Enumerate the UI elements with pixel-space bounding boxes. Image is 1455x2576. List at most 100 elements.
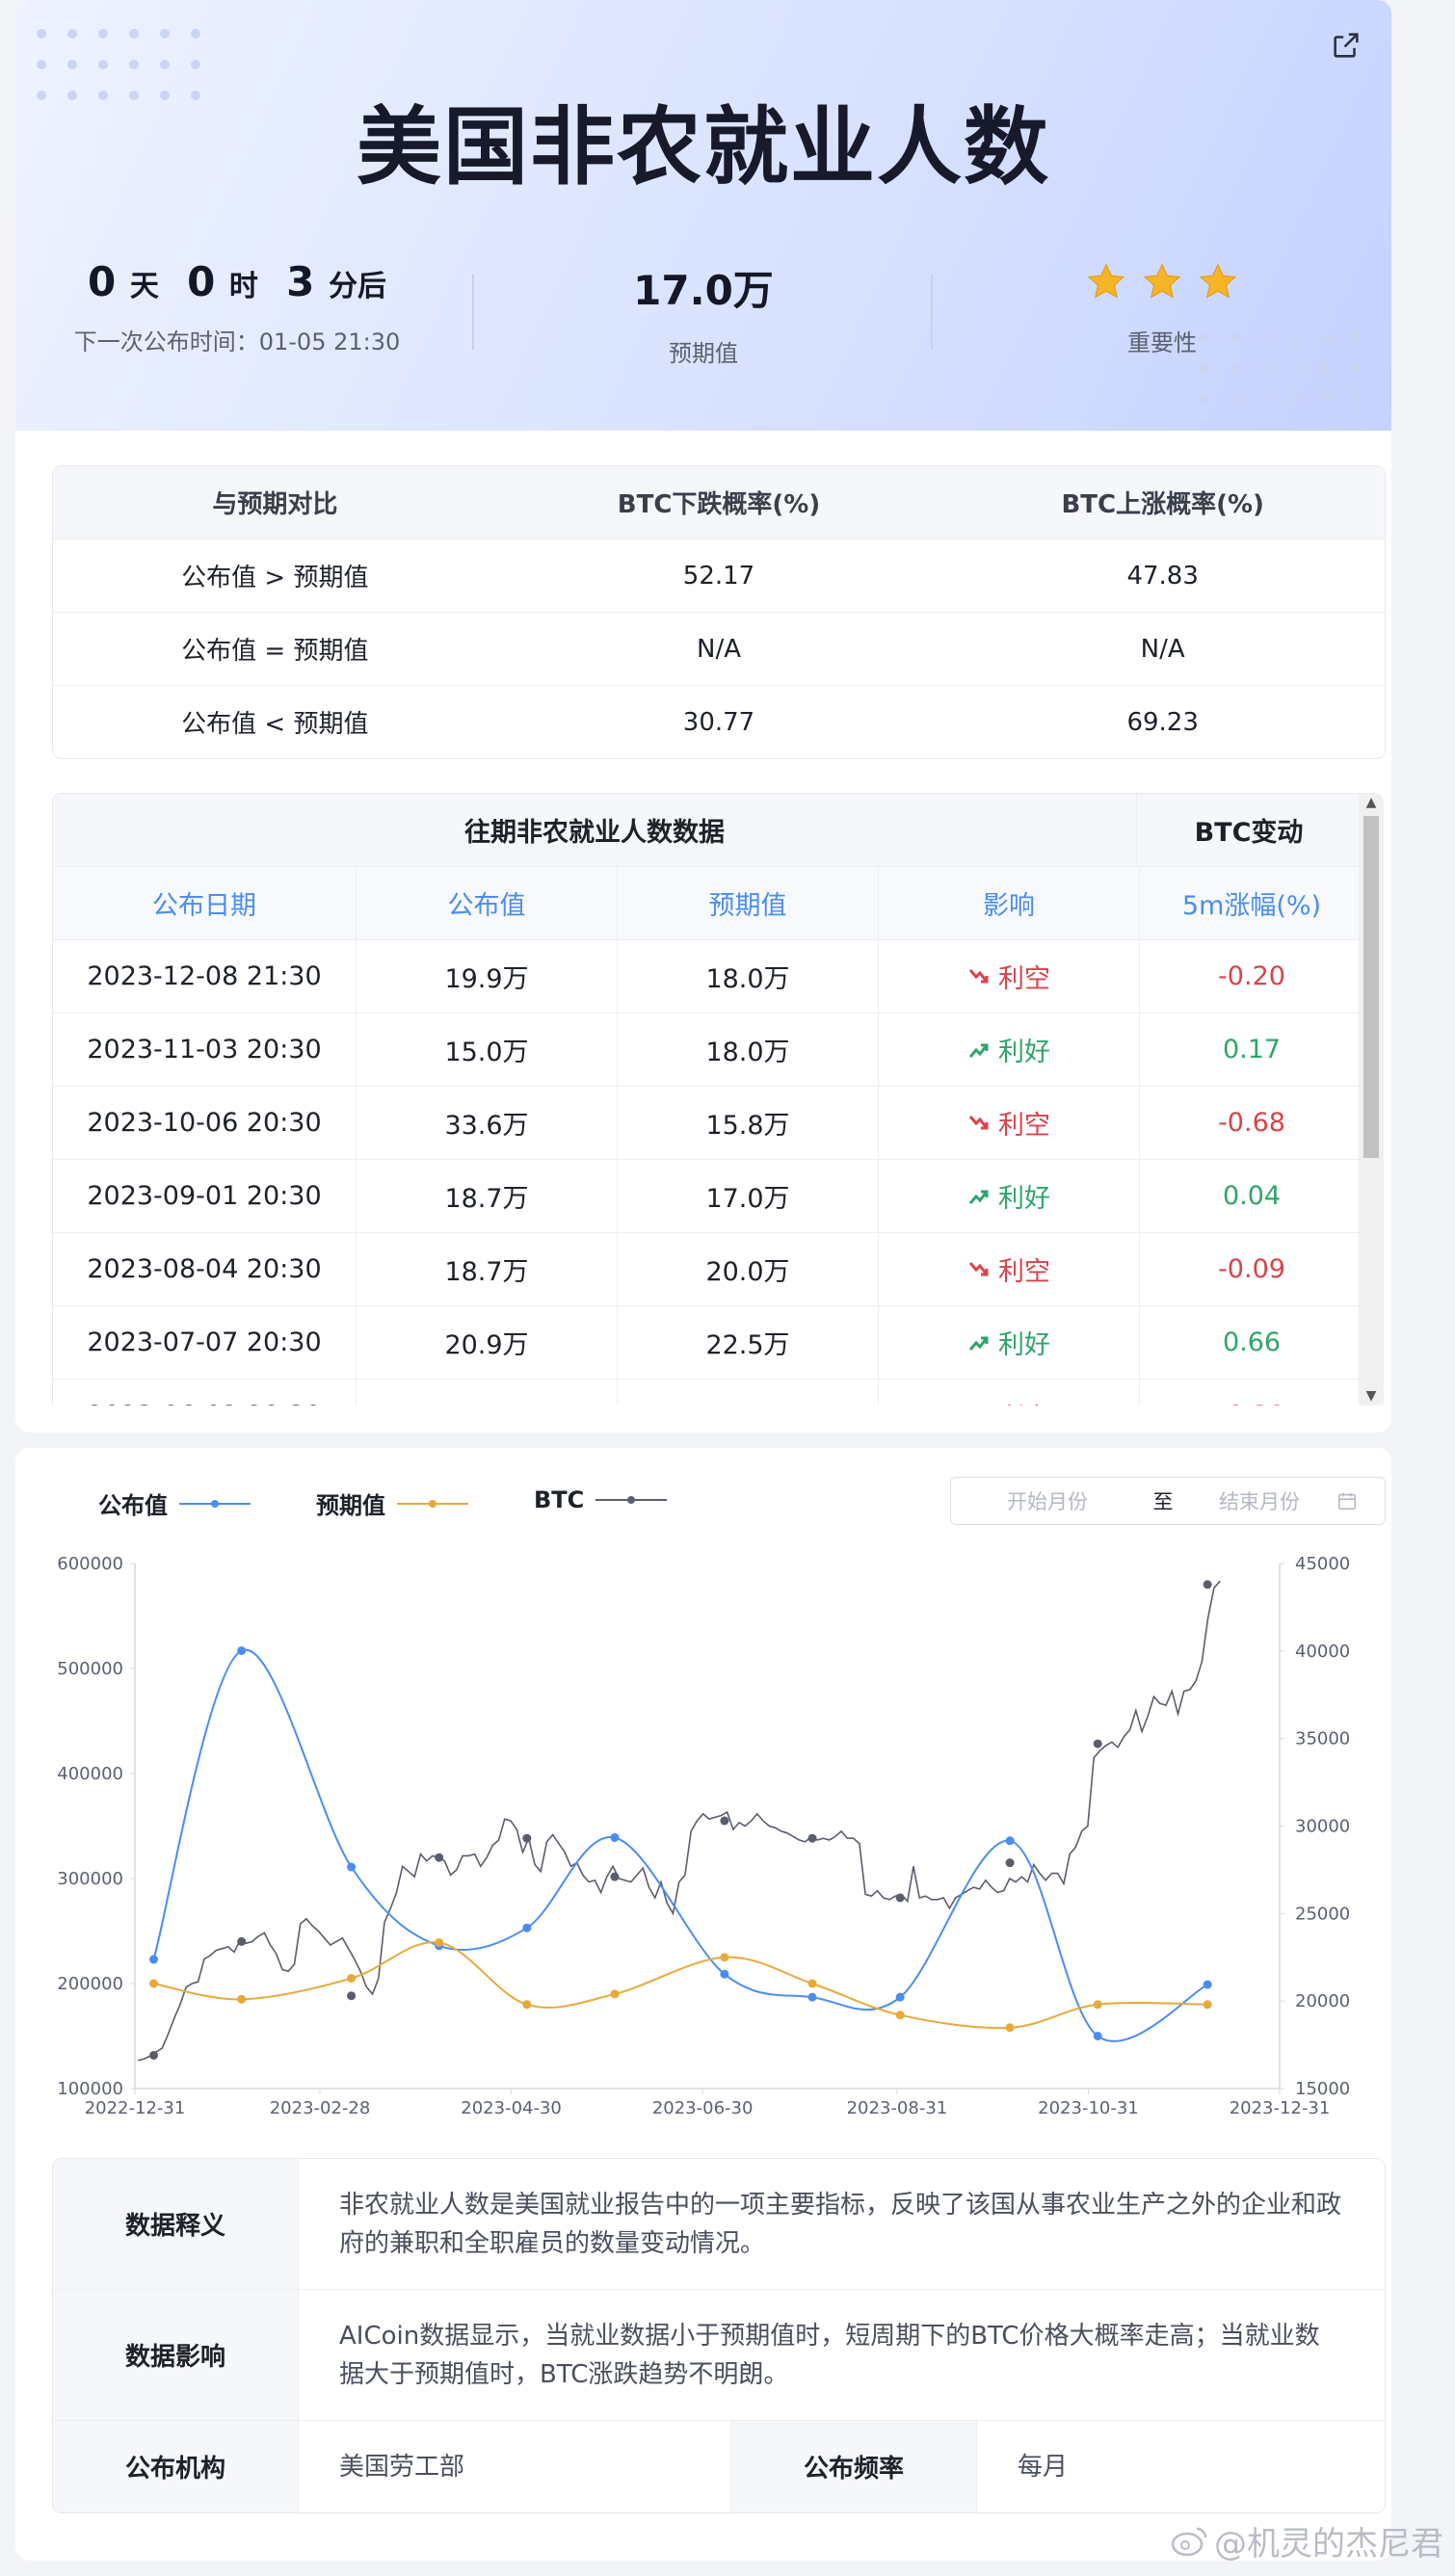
data-point-actual xyxy=(807,1992,817,2002)
history-group-header: 往期非农就业人数数据 BTC变动 xyxy=(53,794,1360,866)
cell-change: -0.39 xyxy=(1139,1380,1360,1406)
impact-label: 利空 xyxy=(998,1257,1050,1287)
data-point-expected xyxy=(610,1989,620,1999)
month-range-picker[interactable]: 开始月份 至 结束月份 xyxy=(950,1477,1386,1525)
table-cell: N/A xyxy=(697,634,741,664)
cell-date: 2023-07-07 20:30 xyxy=(87,1327,322,1357)
cell-impact: 利好 xyxy=(878,1160,1139,1232)
data-point-btc xyxy=(1203,1580,1212,1590)
x-tick-label: 2023-04-30 xyxy=(461,2098,562,2118)
share-icon[interactable] xyxy=(1330,29,1362,62)
cell-actual: 19.9万 xyxy=(356,940,617,1012)
x-tick-label: 2023-06-30 xyxy=(652,2098,754,2118)
trend-down-icon xyxy=(968,1261,989,1275)
divider xyxy=(472,275,474,350)
data-point-expected xyxy=(237,1994,247,2004)
data-point-expected xyxy=(522,2000,532,2010)
data-point-btc xyxy=(1005,1858,1015,1868)
table-row: 2023-06-02 20:3033.9万19.0万利空 -0.39 xyxy=(53,1379,1360,1406)
column-header-expected: 预期值 xyxy=(617,867,878,939)
impact-badge: 利好 xyxy=(967,1324,1050,1361)
cell-expected: 20.0万 xyxy=(617,1233,878,1305)
data-point-expected xyxy=(149,1979,159,1988)
star-icon xyxy=(1087,263,1125,299)
data-point-btc xyxy=(807,1833,817,1843)
history-section: 往期非农就业人数数据 BTC变动 公布日期 公布值 预期值 影响 5m涨幅(%)… xyxy=(15,793,1391,1406)
table-header: 与预期对比 BTC下跌概率(%) BTC上涨概率(%) xyxy=(53,466,1385,539)
data-point-actual xyxy=(149,1955,159,1964)
cell-impact: 利好 xyxy=(878,1013,1139,1086)
cell-impact: 利空 xyxy=(878,940,1139,1012)
info-table: 数据释义 非农就业人数是美国就业报告中的一项主要指标，反映了该国从事农业生产之外… xyxy=(52,2158,1386,2513)
data-point-actual xyxy=(720,1969,729,1979)
table-cell: 公布值 = 预期值 xyxy=(181,637,369,666)
calendar-icon[interactable] xyxy=(1336,1490,1358,1511)
start-month-input[interactable]: 开始月份 xyxy=(951,1486,1144,1515)
star-icon xyxy=(1199,263,1237,299)
x-tick-label: 2022-12-31 xyxy=(85,2098,186,2118)
cell-expected: 17.0万 xyxy=(617,1160,878,1232)
cell-impact: 利空 xyxy=(878,1380,1139,1406)
data-point-expected xyxy=(720,1953,729,1962)
table-cell: 公布值 < 预期值 xyxy=(181,710,369,739)
legend-line-btc xyxy=(595,1496,668,1504)
series-line-btc xyxy=(138,1580,1221,2062)
history-chart[interactable]: 100000 200000 300000 400000 500000 600000 1500… xyxy=(15,1544,1391,2142)
column-header: 与预期对比 xyxy=(212,490,338,519)
scroll-up-arrow[interactable]: ▲ xyxy=(1359,795,1384,810)
table-row: 2023-11-03 20:30 15.0万 18.0万 利好 0.17 xyxy=(53,1012,1360,1086)
x-tick-label: 2023-10-31 xyxy=(1038,2098,1139,2118)
info-value: AICoin数据显示，当就业数据小于预期值时，短周期下的BTC价格大概率走高；当… xyxy=(339,2321,1320,2389)
column-header-change: 5m涨幅(%) xyxy=(1139,867,1360,939)
legend-item-actual[interactable]: 公布值 xyxy=(98,1486,251,1520)
data-point-expected xyxy=(435,1937,444,1947)
range-separator: 至 xyxy=(1152,1490,1174,1513)
cell-expected: 15.8万 xyxy=(617,1087,878,1159)
scroll-thumb[interactable] xyxy=(1363,816,1379,1158)
y-left-tick-label: 600000 xyxy=(57,1554,123,1574)
y-left-tick-label: 500000 xyxy=(57,1659,123,1679)
scrollbar[interactable]: ▲ ▼ xyxy=(1359,793,1384,1406)
watermark: @机灵的杰尼君 xyxy=(1170,2517,1443,2564)
impact-badge: 利空 xyxy=(967,1397,1050,1406)
next-release-time: 下一次公布时间：01-05 21:30 xyxy=(73,329,401,355)
data-point-actual xyxy=(895,1992,905,2002)
scroll-down-arrow[interactable]: ▼ xyxy=(1359,1388,1384,1404)
importance-label: 重要性 xyxy=(1127,329,1197,356)
end-month-input[interactable]: 结束月份 xyxy=(1182,1486,1336,1515)
info-label: 公布机构 xyxy=(53,2421,299,2512)
table-row: 2023-08-04 20:30 18.7万 20.0万 利空 -0.09 xyxy=(53,1232,1360,1305)
data-point-btc xyxy=(522,1833,532,1843)
table-row: 公布值 < 预期值 30.77 69.23 xyxy=(53,685,1385,758)
y-left-tick-label: 100000 xyxy=(57,2079,123,2099)
data-point-expected xyxy=(895,2011,905,2020)
cell-actual: 18.7万 xyxy=(356,1160,617,1232)
cell-change: 0.66 xyxy=(1139,1306,1360,1379)
legend-line-expected xyxy=(397,1499,468,1508)
importance-stars xyxy=(950,258,1374,306)
history-column-header: 公布日期 公布值 预期值 影响 5m涨幅(%) xyxy=(53,866,1360,939)
history-body[interactable]: 2023-12-08 21:30 19.9万 18.0万 利空 -0.20 2023-11… xyxy=(53,939,1360,1406)
impact-label: 利空 xyxy=(998,964,1050,994)
impact-label: 利空 xyxy=(998,1397,1050,1406)
expected-value: 17.0万 xyxy=(633,267,774,314)
table-cell: 69.23 xyxy=(1126,707,1199,737)
cell-date: 2023-09-01 20:30 xyxy=(87,1181,322,1211)
column-header-actual: 公布值 xyxy=(356,867,617,939)
data-point-actual xyxy=(237,1645,247,1655)
expected-block: 17.0万 预期值 xyxy=(491,258,915,368)
info-label: 数据释义 xyxy=(53,2159,299,2289)
table-row: 2023-12-08 21:30 19.9万 18.0万 利空 -0.20 xyxy=(53,939,1360,1012)
history-group-title: 往期非农就业人数数据 xyxy=(464,818,725,848)
star-icon xyxy=(1143,263,1181,299)
cell-actual: 18.7万 xyxy=(356,1233,617,1305)
y-right-tick-label: 35000 xyxy=(1295,1729,1350,1749)
legend-line-actual xyxy=(179,1499,251,1508)
legend-item-btc[interactable]: BTC xyxy=(534,1486,668,1513)
cell-date: 2023-11-03 20:30 xyxy=(87,1035,322,1065)
cell-actual: 15.0万 xyxy=(356,1013,617,1086)
importance-block: 重要性 xyxy=(950,258,1374,357)
legend-item-expected[interactable]: 预期值 xyxy=(316,1486,468,1520)
impact-badge: 利好 xyxy=(967,1177,1050,1215)
impact-badge: 利空 xyxy=(967,958,1050,995)
